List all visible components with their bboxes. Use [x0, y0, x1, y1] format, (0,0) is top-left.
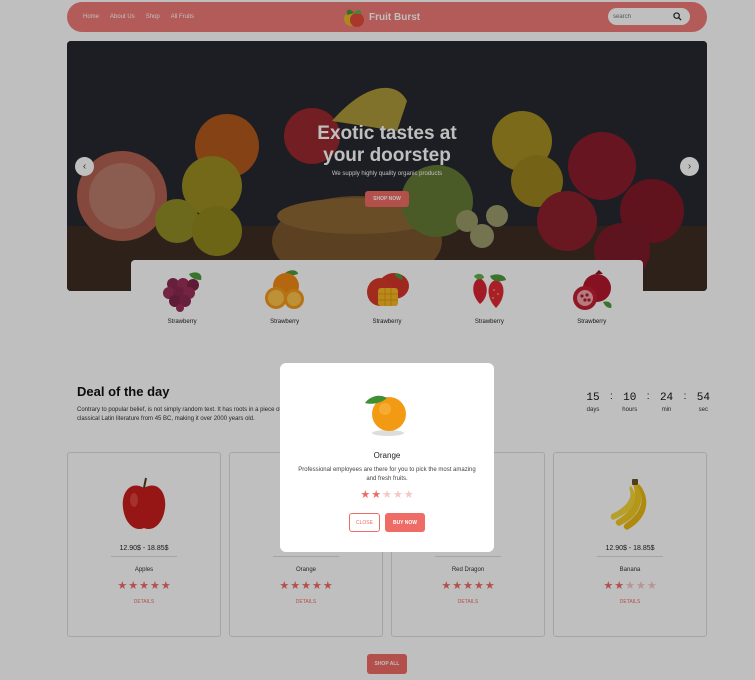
modal-description: Professional employees are there for you…: [298, 467, 476, 482]
star-empty-icon: ★: [382, 489, 392, 501]
star-rating: ★ ★ ★ ★ ★: [360, 490, 413, 501]
star-filled-icon: ★: [371, 489, 382, 501]
product-modal: Orange Professional employees are there …: [280, 363, 494, 552]
star-empty-icon: ★: [392, 489, 403, 501]
modal-backdrop[interactable]: [0, 0, 755, 680]
modal-image: [361, 391, 413, 444]
page: Home About Us Shop All Fruits Fruit Burs…: [0, 0, 755, 680]
buy-now-button[interactable]: BUY NOW: [385, 513, 425, 532]
star-filled-icon: ★: [360, 489, 371, 501]
star-empty-icon: ★: [403, 489, 414, 501]
close-button[interactable]: CLOSE: [349, 513, 380, 532]
modal-title: Orange: [373, 451, 401, 460]
orange-icon: [365, 395, 406, 436]
modal-actions: CLOSE BUY NOW: [349, 513, 425, 532]
